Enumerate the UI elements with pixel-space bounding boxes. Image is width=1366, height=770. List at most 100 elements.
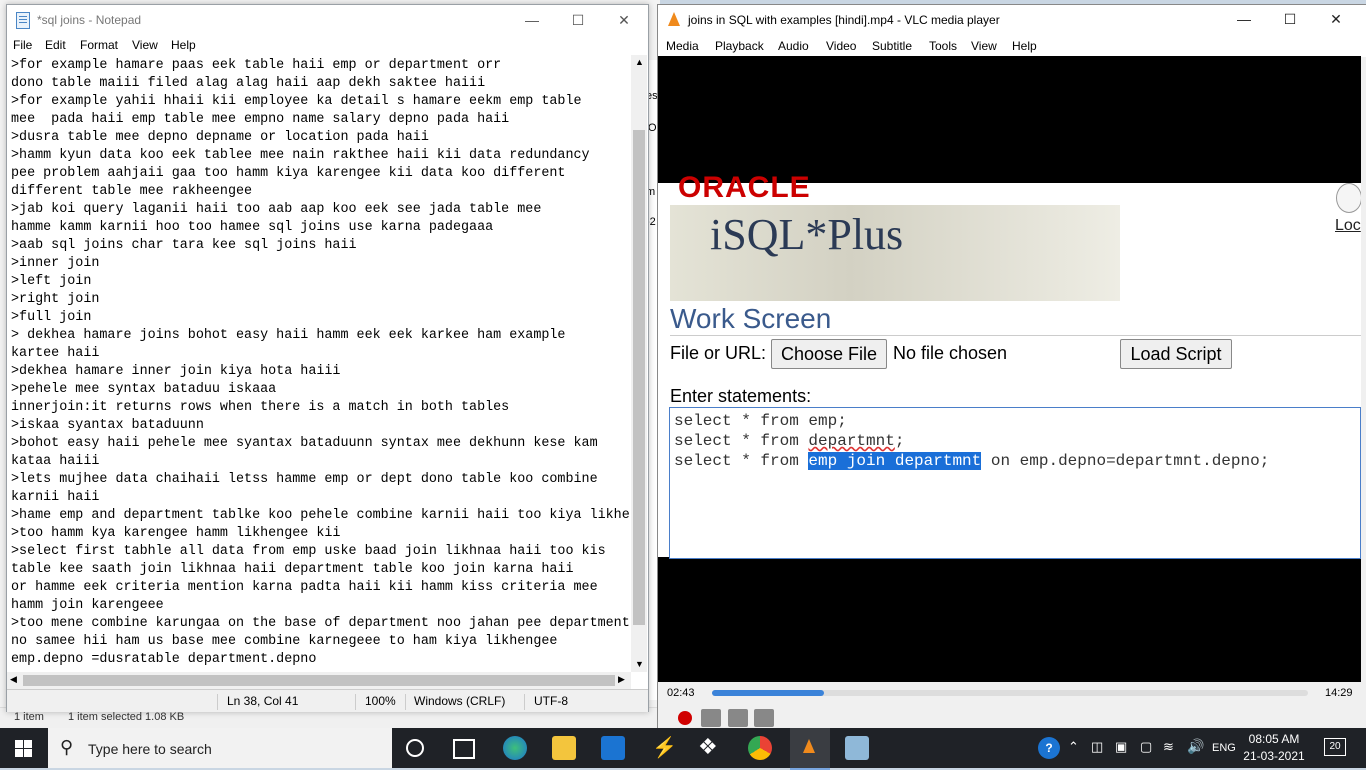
choose-file-button[interactable]: Choose File: [771, 339, 887, 369]
menu-edit[interactable]: Edit: [45, 38, 66, 52]
load-script-button[interactable]: Load Script: [1120, 339, 1232, 369]
clock-date[interactable]: 21-03-2021: [1241, 749, 1307, 763]
no-file-chosen-text: No file chosen: [893, 343, 1008, 363]
record-icon[interactable]: [678, 711, 692, 725]
cortana-icon[interactable]: [406, 739, 424, 757]
maximize-button[interactable]: ☐: [1267, 4, 1313, 34]
vlc-cone-icon: [668, 12, 680, 26]
selected-text: emp join departmnt: [808, 452, 982, 470]
text-line: karnii haii: [11, 490, 100, 505]
vlc-seek-area: 02:43 14:29: [658, 682, 1366, 706]
close-button[interactable]: ✕: [1313, 4, 1359, 34]
scroll-left-icon[interactable]: ◀: [10, 674, 17, 685]
text-line: mee pada haii emp table mee empno name s…: [11, 112, 510, 127]
menu-video[interactable]: Video: [826, 39, 856, 53]
notepad-status-bar: Ln 38, Col 41 100% Windows (CRLF) UTF-8: [7, 689, 648, 712]
menu-file[interactable]: File: [13, 38, 32, 52]
menu-view[interactable]: View: [971, 39, 997, 53]
tray-icon[interactable]: ◫: [1091, 739, 1103, 755]
text-line: > dekhea hamare joins bohot easy haii ha…: [11, 328, 566, 343]
video-area[interactable]: ORACLE iSQL*Plus Loc Work Screen File or…: [658, 56, 1361, 682]
file-explorer-icon[interactable]: [552, 736, 576, 760]
text-line: >too hamm kya karengee hamm likhengee ki…: [11, 526, 341, 541]
text-line: >for example yahii hhaii kii employee ka…: [11, 94, 582, 109]
volume-icon[interactable]: 🔊: [1187, 738, 1204, 755]
menu-media[interactable]: Media: [666, 39, 699, 53]
tray-icon[interactable]: ▣: [1115, 739, 1127, 755]
text-line: >pehele mee syntax bataduu iskaaa: [11, 382, 277, 397]
text-line: >jab koi query laganii haii too aab aap …: [11, 202, 542, 217]
notepad-title-bar[interactable]: *sql joins - Notepad — ☐ ✕: [7, 5, 648, 35]
app-icon[interactable]: ⚡: [652, 735, 677, 760]
scroll-up-icon[interactable]: ▲: [635, 57, 644, 67]
maximize-button[interactable]: ☐: [555, 5, 601, 35]
text-line: >right join: [11, 292, 100, 307]
edge-icon[interactable]: [503, 736, 527, 760]
chrome-icon[interactable]: [748, 736, 772, 760]
vertical-scrollbar[interactable]: ▲ ▼: [631, 55, 647, 672]
notepad-icon: [16, 12, 30, 29]
close-button[interactable]: ✕: [601, 5, 647, 35]
scroll-down-icon[interactable]: ▼: [635, 659, 644, 669]
seek-slider[interactable]: [712, 690, 1308, 696]
notifications-badge[interactable]: 20: [1324, 738, 1346, 756]
clock-time[interactable]: 08:05 AM: [1241, 732, 1307, 746]
dropbox-icon[interactable]: ❖: [698, 734, 718, 760]
chevron-up-icon[interactable]: ⌃: [1068, 739, 1079, 755]
vlc-cone-icon: [803, 739, 815, 753]
text-line: >aab sql joins char tara kee sql joins h…: [11, 238, 357, 253]
vertical-scroll-thumb[interactable]: [633, 130, 645, 625]
text-line: dono table maiii filed alag alag haii aa…: [11, 76, 486, 91]
task-view-icon[interactable]: [453, 739, 475, 759]
windows-start-icon[interactable]: [15, 740, 32, 757]
menu-view[interactable]: View: [132, 38, 158, 52]
time-elapsed: 02:43: [667, 687, 695, 699]
text-line: kartee haii: [11, 346, 100, 361]
sql-line-3: select * from emp join departmnt on emp.…: [674, 452, 1270, 470]
text-line: >iskaa syantax bataduunn: [11, 418, 204, 433]
menu-subtitle[interactable]: Subtitle: [872, 39, 912, 53]
menu-tools[interactable]: Tools: [929, 39, 957, 53]
logout-icon[interactable]: [1336, 183, 1361, 213]
menu-help[interactable]: Help: [1012, 39, 1037, 53]
vlc-taskbar-button[interactable]: [790, 728, 830, 770]
encoding: UTF-8: [534, 694, 568, 708]
vlc-title-bar[interactable]: joins in SQL with examples [hindi].mp4 -…: [658, 5, 1366, 33]
language-indicator[interactable]: ENG: [1212, 742, 1236, 754]
text-line: >bohot easy haii pehele mee syantax bata…: [11, 436, 598, 451]
oracle-logo: ORACLE: [678, 171, 811, 204]
taskbar-search-box[interactable]: ⚲ Type here to search: [48, 728, 392, 768]
text-line: table kee saath join likhnaa haii depart…: [11, 562, 574, 577]
wifi-icon[interactable]: ≋: [1163, 739, 1174, 755]
work-screen-heading: Work Screen: [670, 303, 832, 334]
notepad-text-area[interactable]: >for example hamare paas eek table haii …: [11, 57, 631, 669]
notepad-window: *sql joins - Notepad — ☐ ✕ File Edit For…: [6, 4, 649, 712]
tray-icon[interactable]: ▢: [1140, 739, 1152, 755]
horizontal-scroll-thumb[interactable]: [23, 675, 615, 686]
menu-audio[interactable]: Audio: [778, 39, 809, 53]
logout-link[interactable]: Loc: [1335, 217, 1361, 235]
heading-divider: [670, 335, 1361, 336]
text-line: >full join: [11, 310, 92, 325]
vlc-window: joins in SQL with examples [hindi].mp4 -…: [657, 4, 1366, 731]
sql-statement-textarea[interactable]: select * from emp; select * from departm…: [669, 407, 1361, 559]
snapshot-icon[interactable]: [701, 709, 721, 727]
text-line: hamm join karengeee: [11, 598, 164, 613]
loop-ab-icon[interactable]: [728, 709, 748, 727]
mail-icon[interactable]: [601, 736, 625, 760]
text-line: >too mene combine karungaa on the base o…: [11, 616, 630, 631]
horizontal-scrollbar[interactable]: ◀ ▶: [7, 672, 631, 689]
menu-help[interactable]: Help: [171, 38, 196, 52]
minimize-button[interactable]: —: [509, 5, 555, 35]
frame-step-icon[interactable]: [754, 709, 774, 727]
text-line: >lets mujhee data chaihaii letss hamme e…: [11, 472, 598, 487]
scroll-right-icon[interactable]: ▶: [618, 674, 625, 685]
menu-playback[interactable]: Playback: [715, 39, 764, 53]
text-line: >left join: [11, 274, 92, 289]
menu-format[interactable]: Format: [80, 38, 118, 52]
text-line: or hamme eek criteria mention karna padt…: [11, 580, 598, 595]
notepad-taskbar-icon[interactable]: [845, 736, 869, 760]
minimize-button[interactable]: —: [1221, 4, 1267, 34]
help-icon[interactable]: ?: [1038, 737, 1060, 759]
isqlplus-page: ORACLE iSQL*Plus Loc Work Screen File or…: [658, 171, 1361, 559]
